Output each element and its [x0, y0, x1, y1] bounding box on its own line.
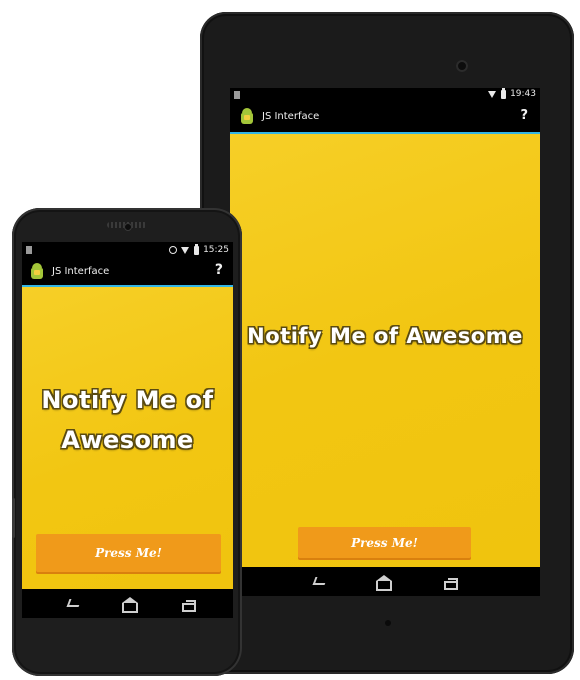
wifi-icon: [488, 90, 497, 98]
app-content: Notify Me of Awesome Press Me!: [22, 287, 233, 589]
status-icons: 15:25: [169, 243, 229, 255]
status-bar: 19:43: [230, 88, 540, 102]
recent-apps-icon[interactable]: [182, 600, 196, 612]
status-bar: 15:25: [22, 242, 233, 258]
press-me-button[interactable]: Press Me!: [36, 534, 221, 572]
alarm-icon: [169, 246, 178, 254]
headline-text: Notify Me of Awesome: [247, 324, 523, 348]
battery-icon: [194, 243, 200, 255]
help-button[interactable]: ?: [520, 108, 528, 123]
sensor-dot: [385, 620, 391, 626]
press-me-button[interactable]: Press Me!: [298, 527, 471, 558]
home-icon[interactable]: [122, 597, 138, 613]
android-app-icon[interactable]: [28, 262, 46, 280]
notification-icon: [234, 91, 240, 99]
front-camera-icon: [124, 223, 132, 231]
app-title: JS Interface: [262, 111, 320, 122]
wifi-icon: [181, 246, 190, 254]
app-content: Notify Me of Awesome Press Me!: [230, 134, 540, 567]
status-time: 15:25: [203, 245, 229, 255]
recent-apps-icon[interactable]: [444, 578, 458, 590]
navigation-bar: [230, 567, 540, 596]
status-icons: 19:43: [488, 88, 536, 99]
notification-icon: [26, 246, 32, 254]
phone-screen: 15:25 JS Interface ? Notify Me of Awesom…: [22, 242, 233, 618]
help-button[interactable]: ?: [215, 262, 223, 278]
volume-key: [12, 498, 15, 538]
headline-text: Notify Me of Awesome: [41, 386, 214, 454]
home-icon[interactable]: [376, 575, 392, 591]
tablet-screen: 19:43 JS Interface ? Notify Me of Awesom…: [230, 88, 540, 596]
back-icon[interactable]: [66, 599, 82, 607]
action-bar: JS Interface ?: [22, 258, 233, 287]
action-bar: JS Interface ?: [230, 102, 540, 134]
app-title: JS Interface: [52, 266, 110, 277]
back-icon[interactable]: [312, 577, 328, 585]
navigation-bar: [22, 589, 233, 618]
tablet-device: 19:43 JS Interface ? Notify Me of Awesom…: [200, 12, 574, 674]
front-camera-icon: [456, 60, 468, 72]
phone-device: 15:25 JS Interface ? Notify Me of Awesom…: [12, 208, 242, 676]
android-app-icon[interactable]: [238, 107, 256, 125]
status-time: 19:43: [510, 89, 536, 99]
battery-icon: [501, 88, 507, 99]
